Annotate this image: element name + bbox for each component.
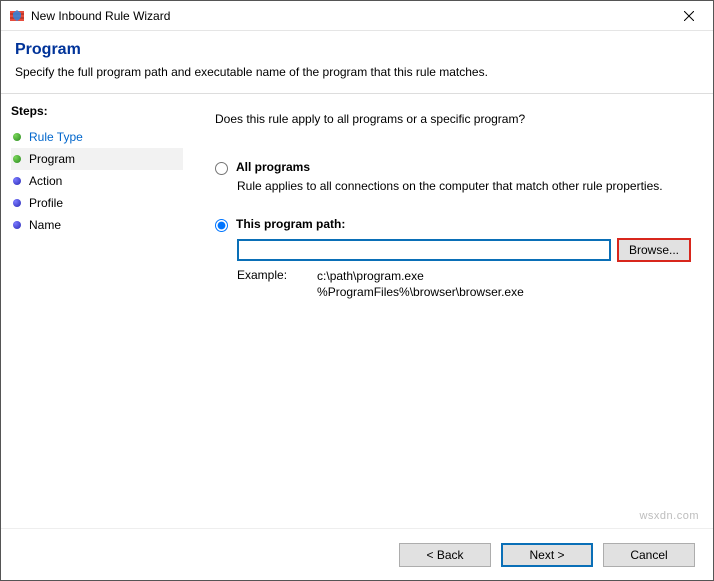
example-values: c:\path\program.exe %ProgramFiles%\brows… — [317, 268, 524, 300]
page-subtitle: Specify the full program path and execut… — [15, 65, 699, 79]
step-label: Profile — [29, 196, 63, 210]
example-label: Example: — [237, 268, 287, 300]
step-label: Action — [29, 174, 62, 188]
firewall-icon — [9, 8, 25, 24]
program-path-input[interactable] — [237, 239, 611, 261]
cancel-button[interactable]: Cancel — [603, 543, 695, 567]
step-bullet-icon — [13, 133, 21, 141]
wizard-footer: < Back Next > Cancel — [1, 528, 713, 580]
browse-button[interactable]: Browse... — [617, 238, 691, 262]
option-this-program-path[interactable]: This program path: — [215, 217, 691, 232]
example-line: %ProgramFiles%\browser\browser.exe — [317, 285, 524, 299]
window-title: New Inbound Rule Wizard — [31, 9, 667, 23]
option-all-desc: Rule applies to all connections on the c… — [237, 179, 691, 193]
option-label: This program path: — [236, 217, 345, 231]
option-all-programs[interactable]: All programs — [215, 160, 691, 175]
step-program[interactable]: Program — [11, 148, 183, 170]
close-button[interactable] — [667, 2, 711, 30]
step-action[interactable]: Action — [11, 170, 183, 192]
option-label: All programs — [236, 160, 310, 174]
close-icon — [684, 11, 694, 21]
steps-heading: Steps: — [11, 104, 183, 118]
steps-sidebar: Steps: Rule Type Program Action Profile … — [1, 94, 193, 532]
step-profile[interactable]: Profile — [11, 192, 183, 214]
wizard-header: Program Specify the full program path an… — [1, 31, 713, 93]
step-name[interactable]: Name — [11, 214, 183, 236]
example-line: c:\path\program.exe — [317, 269, 424, 283]
step-rule-type[interactable]: Rule Type — [11, 126, 183, 148]
step-label: Name — [29, 218, 61, 232]
content-question: Does this rule apply to all programs or … — [215, 112, 691, 126]
back-button[interactable]: < Back — [399, 543, 491, 567]
radio-all-programs[interactable] — [215, 162, 228, 175]
step-label: Program — [29, 152, 75, 166]
step-bullet-icon — [13, 221, 21, 229]
step-bullet-icon — [13, 155, 21, 163]
page-title: Program — [15, 41, 699, 59]
step-link[interactable]: Rule Type — [29, 130, 83, 144]
radio-this-program-path[interactable] — [215, 219, 228, 232]
step-bullet-icon — [13, 199, 21, 207]
step-bullet-icon — [13, 177, 21, 185]
titlebar: New Inbound Rule Wizard — [1, 1, 713, 31]
next-button[interactable]: Next > — [501, 543, 593, 567]
wizard-content: Does this rule apply to all programs or … — [193, 94, 713, 532]
watermark: wsxdn.com — [639, 510, 699, 522]
